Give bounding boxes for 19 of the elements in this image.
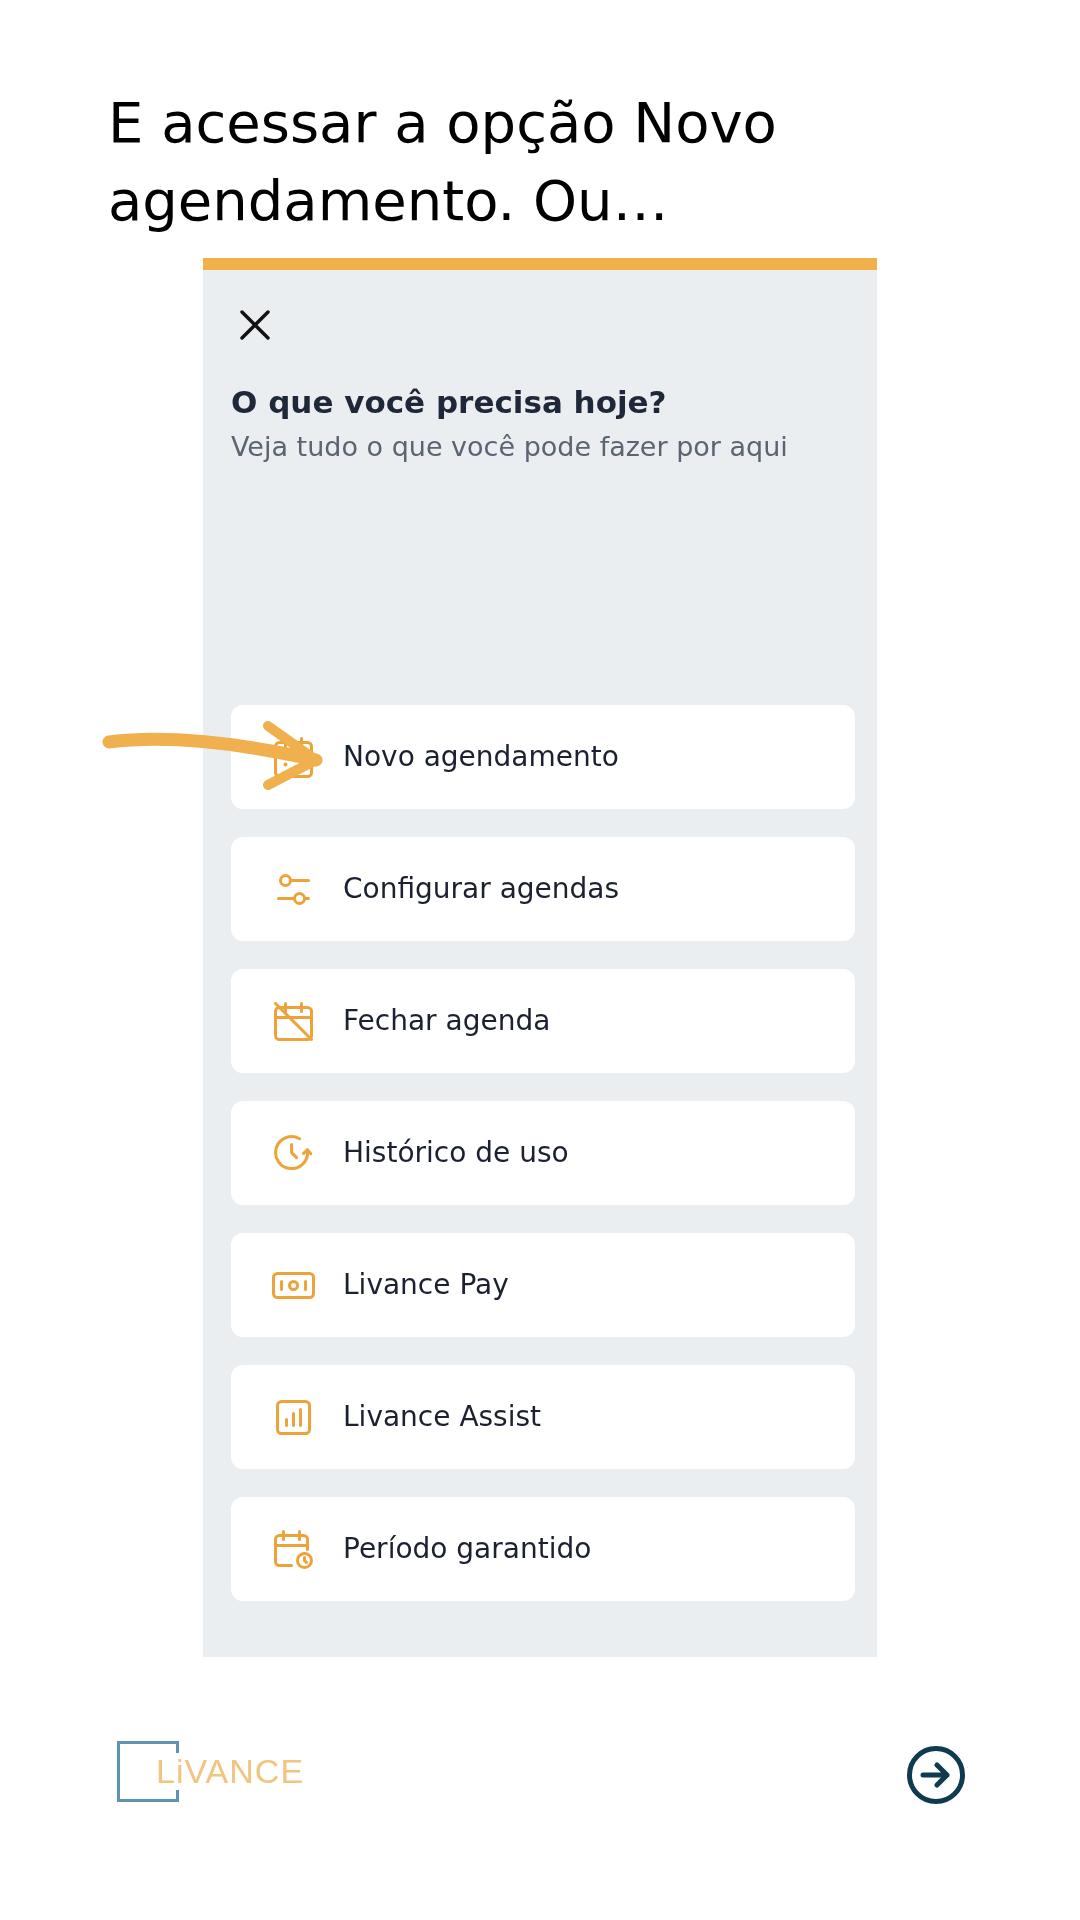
headline: E acessar a opção Novo agendamento. Ou…	[108, 89, 778, 235]
menu-item[interactable]: Configurar agendas	[231, 837, 855, 941]
menu-item[interactable]: Período garantido	[231, 1497, 855, 1601]
arrow-circle-icon[interactable]	[907, 1746, 965, 1804]
banknote-icon	[271, 1271, 315, 1299]
calendar-clock-icon	[273, 1529, 313, 1569]
panel-title: O que você precisa hoje?	[231, 383, 668, 422]
menu-item[interactable]: Histórico de uso	[231, 1101, 855, 1205]
clock-arrow-icon	[273, 1135, 313, 1171]
menu-item[interactable]: Livance Assist	[231, 1365, 855, 1469]
panel-subtitle: Veja tudo o que você pode fazer por aqui	[231, 430, 789, 464]
brand-logo: LiVANCE	[117, 1741, 307, 1802]
menu-item[interactable]: Fechar agenda	[231, 969, 855, 1073]
calendar-slash-icon	[273, 1001, 313, 1041]
menu-item[interactable]: Novo agendamento	[231, 705, 855, 809]
bar-chart-icon	[275, 1399, 311, 1435]
close-icon[interactable]	[240, 310, 270, 340]
menu-item[interactable]: Livance Pay	[231, 1233, 855, 1337]
sliders-icon	[276, 873, 310, 905]
